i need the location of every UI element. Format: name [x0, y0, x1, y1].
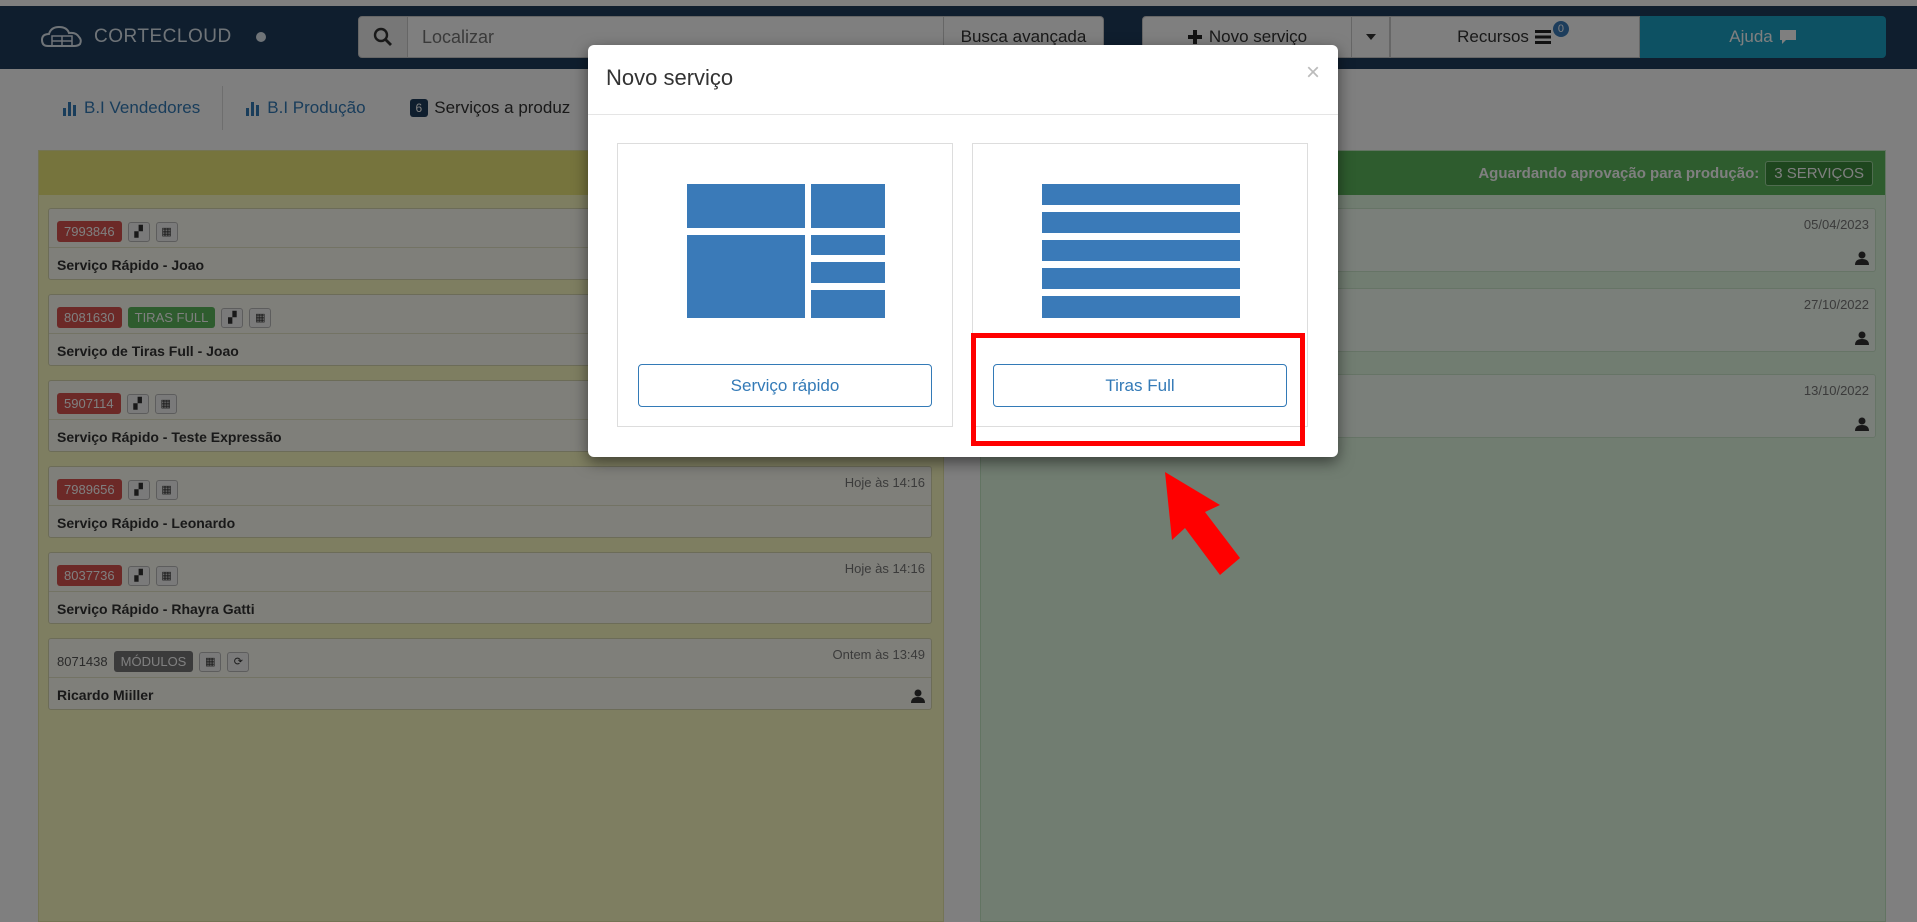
modal-header: Novo serviço ×	[588, 45, 1338, 115]
close-icon[interactable]: ×	[1306, 59, 1320, 87]
strips-layout-icon	[1042, 184, 1240, 318]
layout-grid-icon	[687, 184, 885, 318]
quick-service-button[interactable]: Serviço rápido	[638, 364, 932, 407]
quick-service-option[interactable]: Serviço rápido	[617, 143, 953, 427]
pointer-arrow-icon	[1165, 472, 1240, 575]
modal-title: Novo serviço	[606, 65, 734, 90]
highlight-box	[971, 333, 1305, 446]
